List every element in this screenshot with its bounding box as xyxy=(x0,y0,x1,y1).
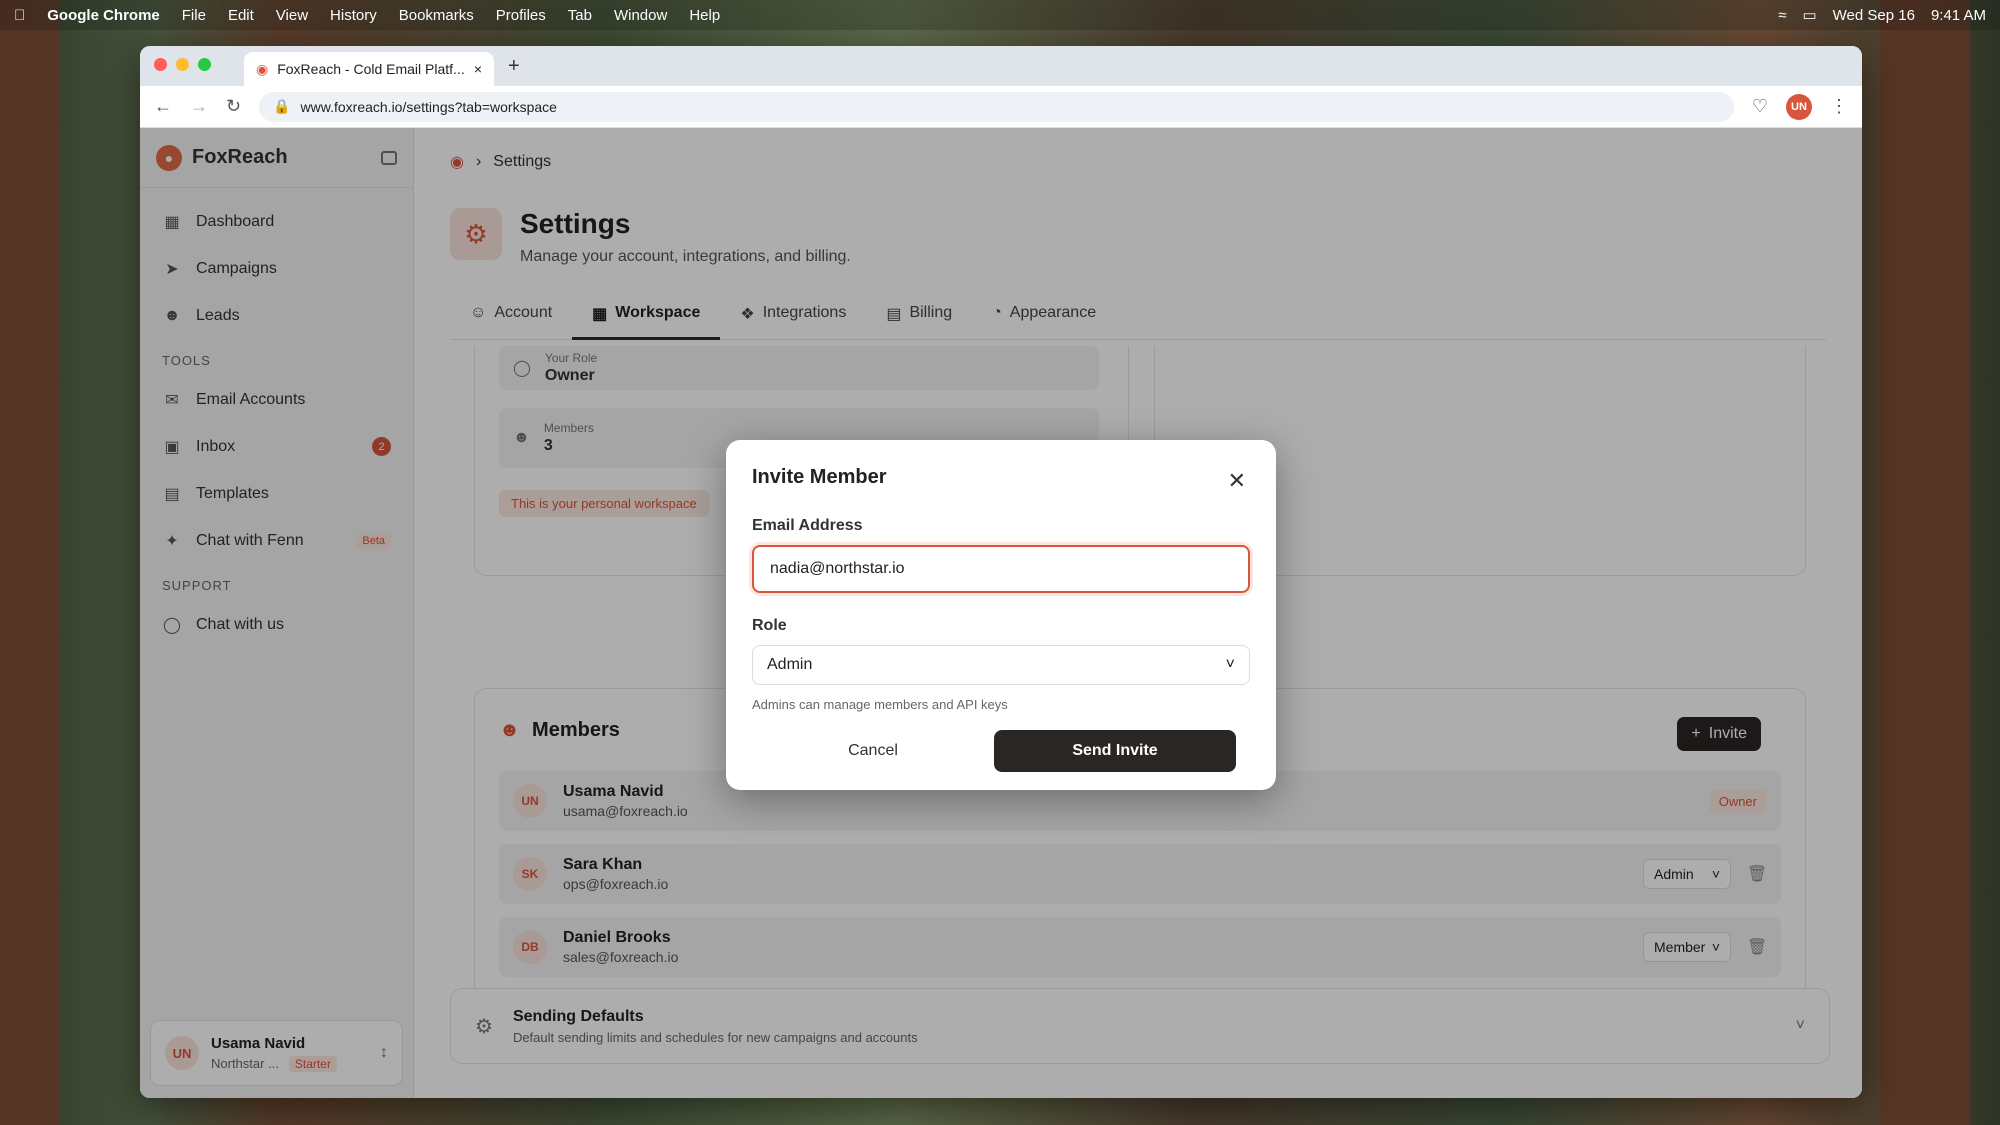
minimize-window-button[interactable] xyxy=(176,58,189,71)
role-hint: Admins can manage members and API keys xyxy=(752,697,1008,712)
menubar-date[interactable]: Wed Sep 16 xyxy=(1833,7,1915,24)
cancel-button[interactable]: Cancel xyxy=(752,742,994,760)
menu-file[interactable]: File xyxy=(182,7,206,24)
menu-window[interactable]: Window xyxy=(614,7,667,24)
invite-member-dialog: Invite Member ✕ Email Address nadia@nort… xyxy=(726,440,1276,790)
menu-view[interactable]: View xyxy=(276,7,308,24)
toolbar: ← → ↻ 🔒 www.foxreach.io/settings?tab=wor… xyxy=(140,86,1862,128)
close-tab-icon[interactable]: × xyxy=(474,61,482,77)
menu-help[interactable]: Help xyxy=(689,7,720,24)
back-icon[interactable]: ← xyxy=(154,96,172,117)
browser-window: ◉ FoxReach - Cold Email Platf... × + ← →… xyxy=(140,46,1862,1098)
menu-profiles[interactable]: Profiles xyxy=(496,7,546,24)
apple-icon[interactable]:  xyxy=(14,7,25,24)
menu-app-name[interactable]: Google Chrome xyxy=(47,7,160,24)
close-window-button[interactable] xyxy=(154,58,167,71)
lock-icon: 🔒 xyxy=(273,98,291,114)
fox-favicon-icon: ◉ xyxy=(256,60,269,77)
battery-icon[interactable]: ▭ xyxy=(1802,6,1816,24)
profile-avatar[interactable]: UN xyxy=(1786,93,1812,120)
role-select[interactable]: Admin ˅ xyxy=(752,645,1250,685)
more-menu-icon[interactable]: ⋮ xyxy=(1830,96,1848,117)
browser-tab-title: FoxReach - Cold Email Platf... xyxy=(277,61,465,77)
browser-tab[interactable]: ◉ FoxReach - Cold Email Platf... × xyxy=(244,52,494,86)
chevron-down-icon: ˅ xyxy=(1225,656,1235,673)
send-invite-button[interactable]: Send Invite xyxy=(994,730,1236,772)
address-bar[interactable]: 🔒 www.foxreach.io/settings?tab=workspace xyxy=(259,91,1734,122)
new-tab-button[interactable]: + xyxy=(508,55,520,78)
menubar-time[interactable]: 9:41 AM xyxy=(1931,7,1986,24)
menu-history[interactable]: History xyxy=(330,7,377,24)
close-icon[interactable]: ✕ xyxy=(1228,468,1246,494)
heart-icon[interactable]: ♡ xyxy=(1752,96,1768,117)
role-select-value: Admin xyxy=(767,656,813,673)
forward-icon[interactable]: → xyxy=(190,96,208,117)
email-label: Email Address xyxy=(752,517,863,534)
wifi-icon[interactable]: ≈ xyxy=(1778,7,1786,24)
email-field[interactable]: nadia@northstar.io xyxy=(752,545,1250,593)
tab-strip: ◉ FoxReach - Cold Email Platf... × + xyxy=(140,46,1862,86)
macos-menubar:  Google Chrome File Edit View History B… xyxy=(0,0,2000,30)
dialog-title: Invite Member xyxy=(752,466,887,488)
menu-bookmarks[interactable]: Bookmarks xyxy=(399,7,474,24)
url-text: www.foxreach.io/settings?tab=workspace xyxy=(300,98,557,115)
menu-tab[interactable]: Tab xyxy=(568,7,592,24)
zoom-window-button[interactable] xyxy=(198,58,211,71)
menu-edit[interactable]: Edit xyxy=(228,7,254,24)
role-label: Role xyxy=(752,617,787,634)
reload-icon[interactable]: ↻ xyxy=(226,96,241,117)
